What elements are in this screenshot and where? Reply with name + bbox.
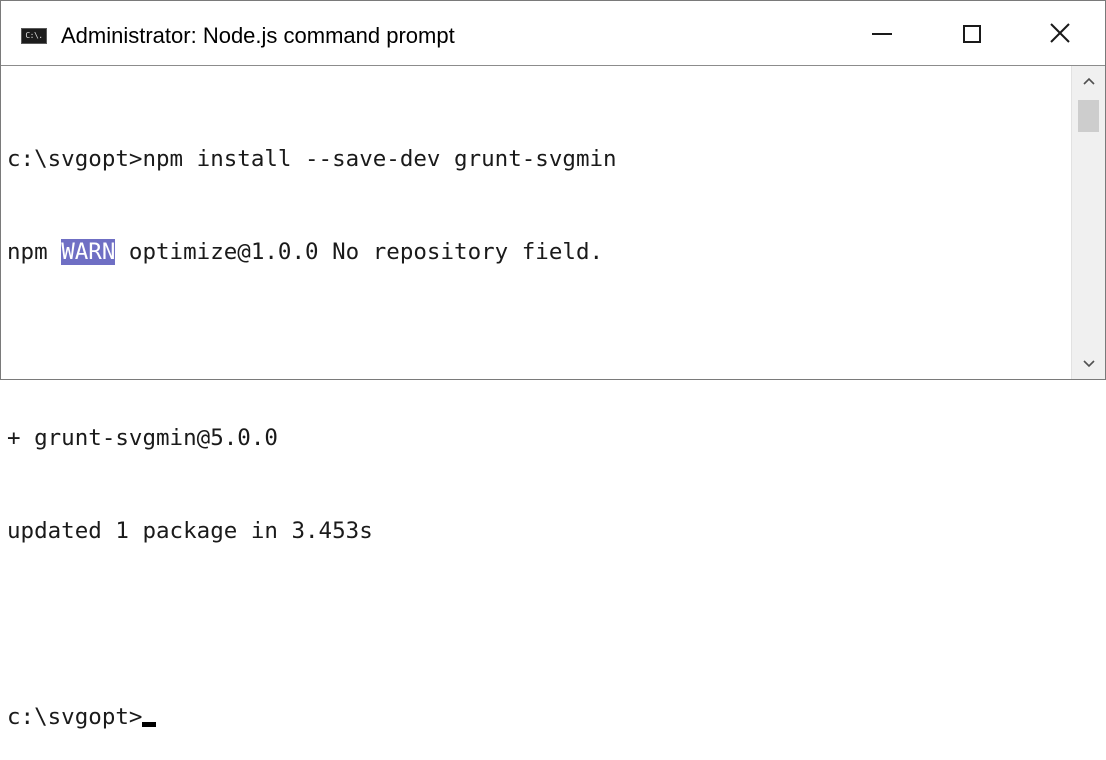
close-icon <box>1050 23 1070 43</box>
console-window: C:\. Administrator: Node.js command prom… <box>0 0 1106 730</box>
chevron-up-icon <box>1082 77 1095 85</box>
scroll-up-button[interactable] <box>1072 66 1105 96</box>
console-area[interactable]: c:\svgopt>npm install --save-dev grunt-s… <box>1 66 1105 730</box>
close-button[interactable] <box>1015 1 1105 65</box>
minimize-button[interactable] <box>837 1 927 65</box>
console-line-package: + grunt-svgmin@5.0.0 <box>7 425 278 451</box>
warning-prefix: npm <box>7 239 62 265</box>
prompt-text: c:\svgopt> <box>7 704 143 730</box>
window-title: Administrator: Node.js command prompt <box>61 23 455 48</box>
console-line-command: c:\svgopt>npm install --save-dev grunt-s… <box>7 146 617 172</box>
command-prompt-icon[interactable]: C:\. <box>21 28 47 44</box>
app-icon-label: C:\. <box>25 31 43 40</box>
console-line-prompt[interactable]: c:\svgopt> <box>7 702 617 733</box>
vertical-scrollbar[interactable] <box>1071 66 1105 379</box>
maximize-icon <box>963 25 981 43</box>
maximize-button[interactable] <box>927 1 1017 65</box>
title-bar[interactable]: C:\. Administrator: Node.js command prom… <box>1 1 1105 66</box>
scroll-down-button[interactable] <box>1072 349 1105 379</box>
console-output: c:\svgopt>npm install --save-dev grunt-s… <box>7 82 617 760</box>
console-line-warning: npm WARN optimize@1.0.0 No repository fi… <box>7 237 617 268</box>
scrollbar-thumb[interactable] <box>1078 100 1099 132</box>
minimize-icon <box>872 33 892 35</box>
warn-highlight: WARN <box>61 239 116 265</box>
text-cursor <box>142 722 157 727</box>
warning-message: optimize@1.0.0 No repository field. <box>115 239 604 265</box>
console-line-summary: updated 1 package in 3.453s <box>7 518 373 544</box>
chevron-down-icon <box>1082 360 1095 368</box>
